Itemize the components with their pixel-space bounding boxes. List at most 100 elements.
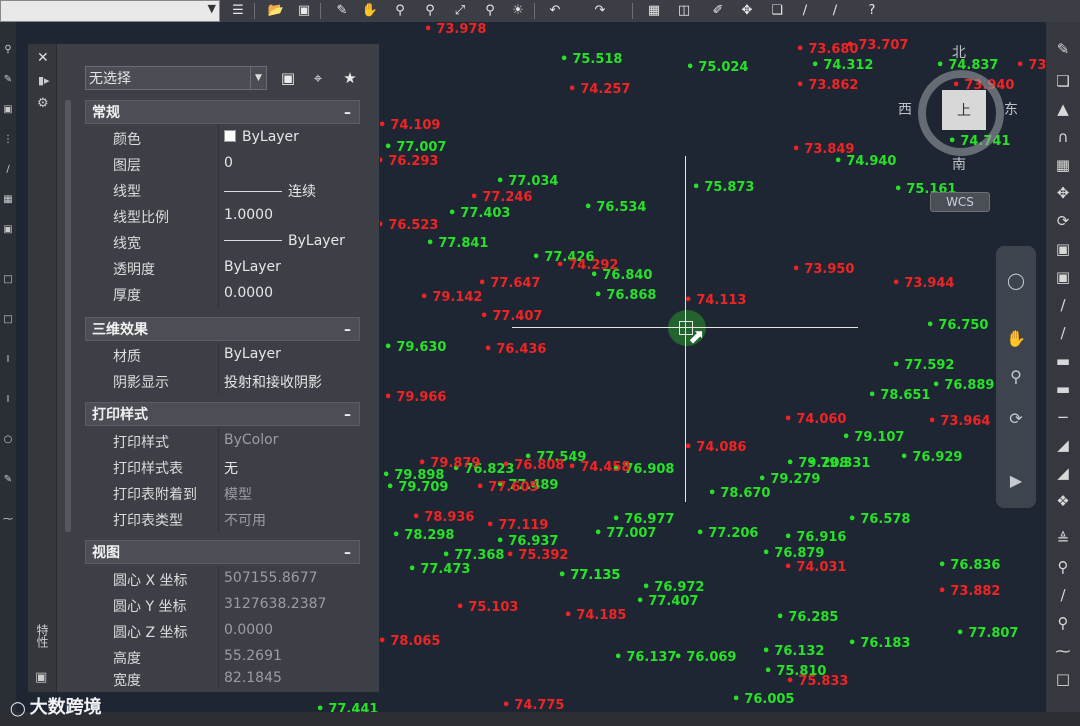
circle-icon[interactable]: ○ [1,432,15,446]
layer-combo[interactable]: ▼ [0,0,220,22]
chevron-down-icon[interactable]: ▼ [250,67,266,89]
elevation-point-red[interactable]: 75.392 [506,548,568,563]
offset-icon[interactable]: ∩ [1051,126,1075,148]
elevation-point-red[interactable]: 77.407 [480,309,542,324]
elevation-point-green[interactable]: 76.132 [762,644,824,659]
elevation-point-red[interactable]: 73.950 [792,262,854,277]
auto-hide-icon[interactable]: ▮▸ [38,74,50,87]
compass-south[interactable]: 南 [952,154,966,174]
elevation-point-green[interactable]: 77.407 [636,594,698,609]
save-icon[interactable]: ▣ [294,1,314,20]
arc-icon[interactable]: ⁓ [1,512,15,526]
elevation-point-green[interactable]: 79.709 [386,480,448,495]
text-icon[interactable]: I [1,392,15,406]
mirror-icon[interactable]: ▲ [1051,98,1075,120]
property-row[interactable]: 打印表类型 不可用 [85,506,360,532]
measure-icon[interactable]: ∕ [1051,584,1075,606]
zoom-previous-icon[interactable]: ⚲ [480,1,500,20]
elevation-point-green[interactable]: 78.670 [708,486,770,501]
move-icon[interactable]: ✥ [1051,182,1075,204]
property-row[interactable]: 材质 ByLayer [85,342,360,368]
elevation-point-red[interactable]: 74.257 [568,82,630,97]
open-icon[interactable]: 📂 [266,1,286,20]
property-row[interactable]: 阴影显示 投射和接收阴影 [85,368,360,394]
viewcube[interactable]: 上 北 南 东 西 [898,45,1018,174]
pan-icon[interactable]: ✋ [360,1,380,20]
select-objects-icon[interactable]: ⌖ [307,68,329,88]
elevation-point-red[interactable]: 73.916 [1016,58,1046,73]
elevation-point-red[interactable]: 73.882 [938,584,1000,599]
move-icon[interactable]: ✥ [737,1,757,20]
design-center-icon[interactable]: ◫ [674,1,694,20]
elevation-point-red[interactable]: 78.936 [412,510,474,525]
elevation-point-green[interactable]: 76.069 [674,650,736,665]
chamfer-icon[interactable]: − [1051,406,1075,428]
elevation-point-green[interactable]: 75.024 [686,60,748,75]
elevation-point-green[interactable]: 78.298 [392,528,454,543]
elevation-point-green[interactable]: 78.651 [868,388,930,403]
text-icon[interactable]: I [1,352,15,366]
zoom-extents-icon[interactable]: ⚲ [1004,364,1028,388]
palette-menu-icon[interactable]: ▣ [35,670,47,685]
select-icon[interactable]: □ [1051,668,1075,690]
elevation-point-green[interactable]: 76.137 [614,650,676,665]
elevation-point-green[interactable]: 76.972 [642,580,704,595]
elevation-point-red[interactable]: 74.060 [784,412,846,427]
elevation-point-green[interactable]: 76.750 [926,318,988,333]
property-row[interactable]: 线型 连续 [85,177,360,203]
elevation-point-green[interactable]: 77.007 [384,140,446,155]
join-icon[interactable]: ▬ [1051,378,1075,400]
toggle-pickadd-icon[interactable]: ▣ [277,68,299,88]
elevation-point-green[interactable]: 75.873 [692,180,754,195]
pen-icon[interactable]: ✎ [1,472,15,486]
elevation-point-green[interactable]: 74.312 [811,58,873,73]
break-icon[interactable]: ▬ [1051,350,1075,372]
property-row[interactable]: 厚度 0.0000 [85,281,360,307]
elevation-point-green[interactable]: 77.135 [558,568,620,583]
section-general[interactable]: 常规 – [85,100,360,124]
extend-icon[interactable]: ∕ [825,1,845,20]
elevation-point-red[interactable]: 73.978 [424,22,486,37]
orbit-icon[interactable]: ⟳ [1004,406,1028,430]
render-icon[interactable]: ☀ [508,1,528,20]
property-row[interactable]: 圆心 Y 坐标 3127638.2387 [85,592,360,618]
zoom-window-icon[interactable]: ⚲ [420,1,440,20]
elevation-point-green[interactable]: 79.107 [842,430,904,445]
section-view[interactable]: 视图 – [85,540,360,564]
elevation-point-green[interactable]: 77.473 [408,562,470,577]
fillet-icon[interactable]: ◢ [1051,434,1075,456]
elevation-point-green[interactable]: 76.868 [594,288,656,303]
wcs-menu[interactable]: WCS [930,192,990,212]
property-row[interactable]: 圆心 X 坐标 507155.8677 [85,566,360,592]
compass-east[interactable]: 东 [1004,99,1018,119]
elevation-point-green[interactable]: 76.578 [848,512,910,527]
elevation-point-red[interactable]: 73.849 [792,142,854,157]
property-row[interactable]: 打印样式 ByColor [85,428,360,454]
menu-icon[interactable]: ☰ [228,1,248,20]
elevation-point-red[interactable]: 74.775 [502,698,564,712]
property-row[interactable]: 打印样式表 无 [85,454,360,480]
undo-icon[interactable]: ↶ [545,1,565,20]
elevation-point-green[interactable]: 77.441 [316,702,378,712]
block-icon[interactable]: ▣ [1,222,15,236]
elevation-point-red[interactable]: 74.292 [556,258,618,273]
elevation-point-red[interactable]: 79.142 [420,290,482,305]
rectangle-icon[interactable]: □ [1,312,15,326]
viewcube-face-top[interactable]: 上 [942,90,986,130]
elevation-point-red[interactable]: 73.964 [928,414,990,429]
elevation-point-green[interactable]: 77.368 [442,548,504,563]
trim-icon[interactable]: ∕ [1051,294,1075,316]
zoom-icon[interactable]: ⚲ [1051,556,1075,578]
elevation-point-red[interactable]: 79.966 [384,390,446,405]
blend-icon[interactable]: ◢ [1051,462,1075,484]
edit-icon[interactable]: ✎ [1,72,15,86]
explode-icon[interactable]: ❖ [1051,490,1075,512]
line-icon[interactable]: ∕ [1,162,15,176]
chevron-down-icon[interactable]: ▼ [208,2,216,15]
elevation-point-green[interactable]: 77.007 [594,526,656,541]
arc-icon[interactable]: ⁓ [1051,640,1075,662]
zoom-icon[interactable]: ⚲ [1051,612,1075,634]
close-icon[interactable]: ✕ [37,50,49,66]
elevation-point-red[interactable]: 78.065 [378,634,440,649]
elevation-point-green[interactable]: 79.630 [384,340,446,355]
